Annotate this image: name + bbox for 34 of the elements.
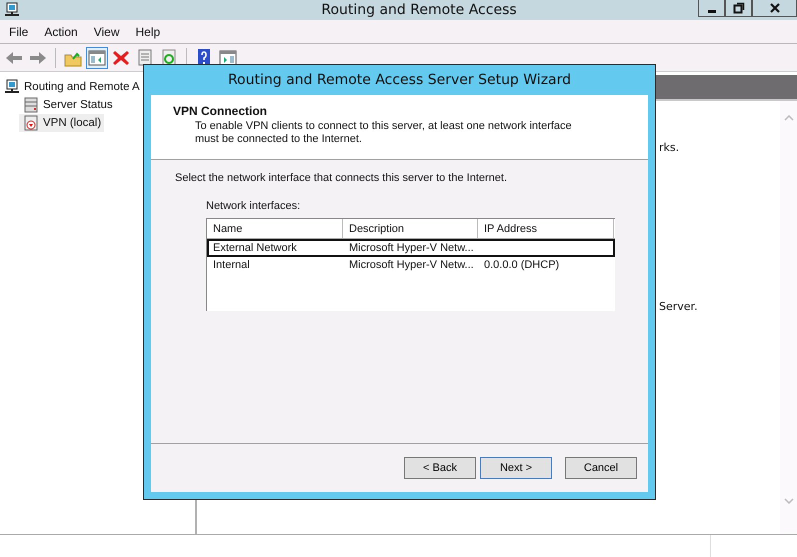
restore-button[interactable]: [725, 0, 752, 17]
back-button[interactable]: < Back: [404, 457, 476, 479]
description-text: Server.: [659, 300, 698, 313]
description-text: rks.: [659, 141, 680, 154]
tree-item[interactable]: Routing and Remote A: [0, 78, 143, 96]
console-tree-button[interactable]: [86, 46, 108, 68]
restore-icon: [732, 2, 744, 14]
menu-item[interactable]: Action: [44, 24, 78, 38]
instruction-text: Select the network interface that connects this server to the Internet.: [175, 172, 508, 184]
cancel-button[interactable]: Cancel: [565, 457, 637, 479]
list-row[interactable]: Internal Microsoft Hyper-V Netw... 0.0.0.0 (DHCP): [207, 258, 615, 272]
menu-item[interactable]: View: [94, 24, 120, 38]
server-icon: [23, 115, 39, 131]
tree-item[interactable]: VPN (local): [19, 114, 104, 132]
page-subtitle: To enable VPN clients to connect to this server, at least one network interface must be connected to the Internet.: [195, 120, 573, 146]
page-heading: VPN Connection: [173, 104, 268, 118]
dialog-title: Routing and Remote Access Server Setup Wizard: [226, 71, 572, 90]
minimize-icon: [708, 10, 716, 12]
close-icon: [768, 2, 780, 14]
tree-item[interactable]: Server Status: [19, 96, 116, 114]
list-row[interactable]: External Network Microsoft Hyper-V Netw...: [207, 239, 615, 257]
menu-item[interactable]: Help: [136, 24, 160, 38]
minimize-button[interactable]: [698, 0, 725, 17]
close-button[interactable]: [752, 0, 797, 17]
computer-icon: [4, 2, 20, 18]
window-title: Routing and Remote Access: [320, 2, 518, 18]
list-label: Network interfaces:: [206, 200, 302, 212]
menu-item[interactable]: File: [9, 24, 28, 38]
column-header[interactable]: IP Address: [478, 219, 614, 238]
column-header[interactable]: Description: [343, 219, 478, 238]
next-button[interactable]: Next >: [480, 457, 552, 479]
column-header[interactable]: Name: [207, 219, 343, 238]
computer-icon: [4, 79, 20, 95]
server-icon: [23, 97, 39, 113]
